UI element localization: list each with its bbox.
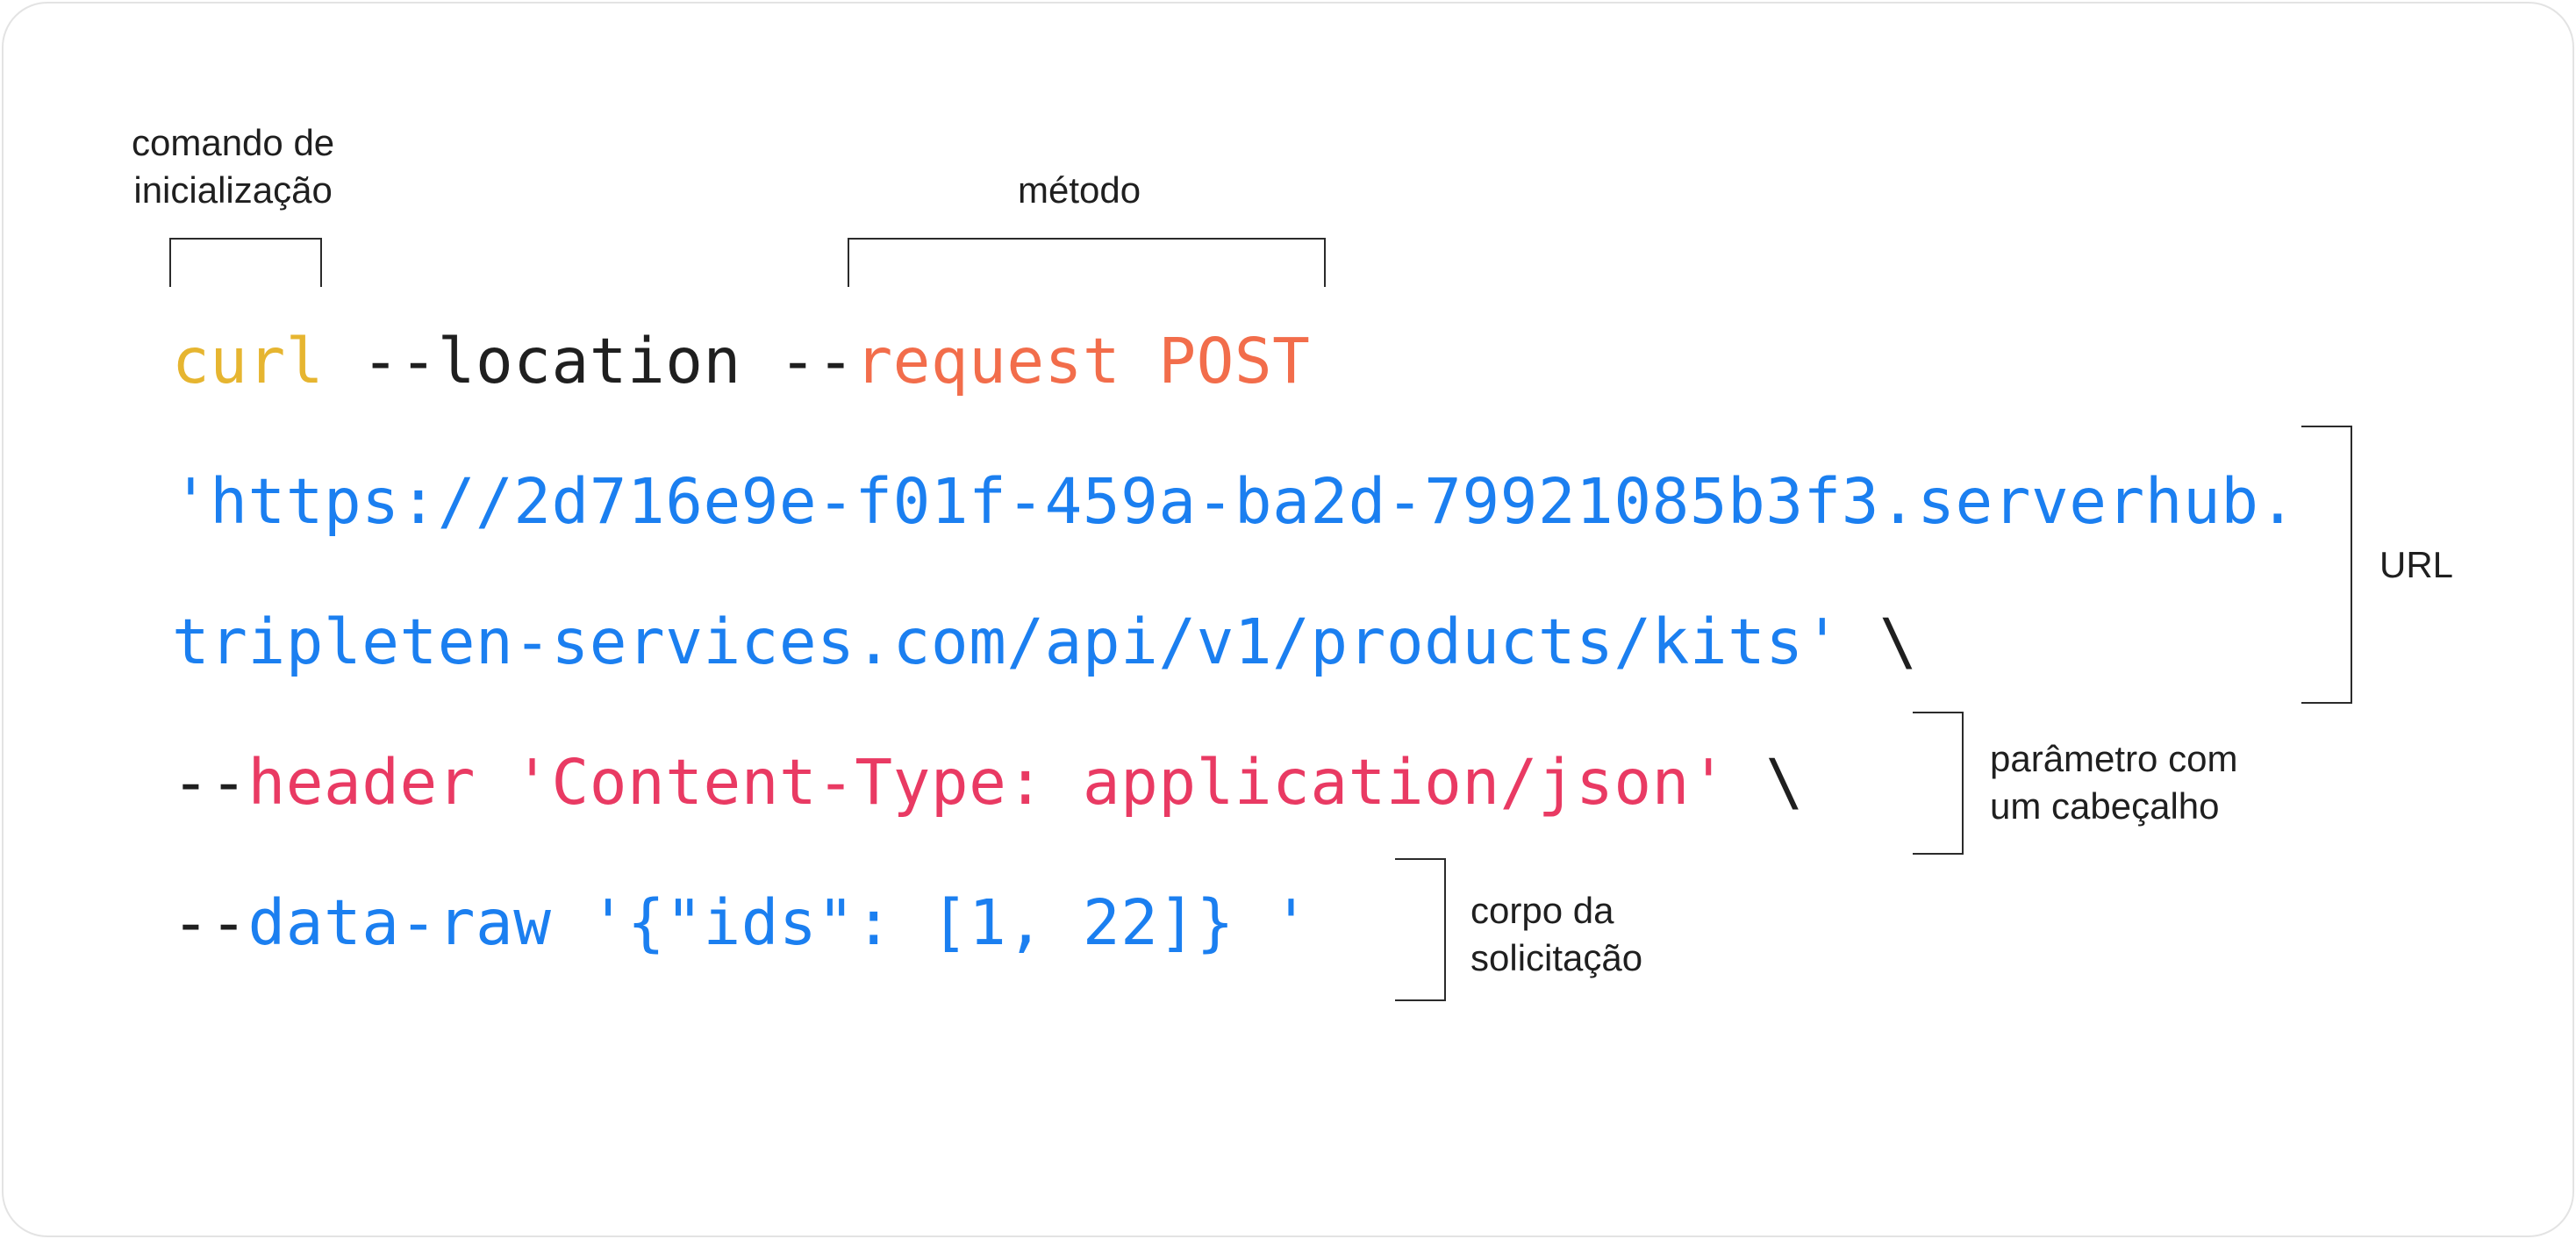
code-line-1: curl --location --request POST [172, 330, 1310, 392]
annotation-request-body-line2: solicitação [1470, 937, 1643, 978]
annotation-command: comando de inicialização [132, 119, 334, 214]
code-header-param: header 'Content-Type: application/json' [247, 746, 1728, 819]
annotation-url: URL [2379, 544, 2454, 585]
code-line-5: --data-raw '{"ids": [1, 22]} ' [172, 892, 1310, 954]
annotation-request-body-line1: corpo da [1470, 890, 1614, 931]
annotation-header-param-line2: um cabeçalho [1990, 785, 2220, 827]
code-dashes: -- [172, 886, 248, 959]
bracket-command [169, 238, 322, 287]
code-command: curl [172, 325, 324, 397]
code-dashes: -- [172, 746, 248, 819]
bracket-header-param [1913, 712, 1964, 855]
code-data-raw: data-raw '{"ids": [1, 22]} ' [247, 886, 1311, 959]
bracket-method [848, 238, 1326, 287]
bracket-url [2301, 426, 2352, 704]
annotation-method: método [1018, 169, 1141, 211]
code-location-flag: --location -- [323, 325, 855, 397]
annotation-header-param: parâmetro com um cabeçalho [1990, 735, 2237, 830]
code-request-method: request POST [855, 325, 1311, 397]
code-url-part1: 'https://2d716e9e-f01f-459a-ba2d-7992108… [172, 465, 2297, 538]
annotation-request-body: corpo da solicitação [1470, 887, 1642, 982]
code-line-4: --header 'Content-Type: application/json… [172, 751, 1804, 813]
annotation-command-line1: comando de [132, 122, 335, 163]
annotation-command-line2: inicialização [133, 169, 333, 211]
code-url-part2: tripleten-services.com/api/v1/products/k… [172, 605, 1842, 678]
annotation-header-param-line1: parâmetro com [1990, 738, 2238, 779]
code-line-3: tripleten-services.com/api/v1/products/k… [172, 611, 1917, 673]
bracket-request-body [1395, 858, 1446, 1001]
code-line-2: 'https://2d716e9e-f01f-459a-ba2d-7992108… [172, 470, 2297, 533]
code-line-continuation: \ [1728, 746, 1804, 819]
code-line-continuation: \ [1841, 605, 1918, 678]
